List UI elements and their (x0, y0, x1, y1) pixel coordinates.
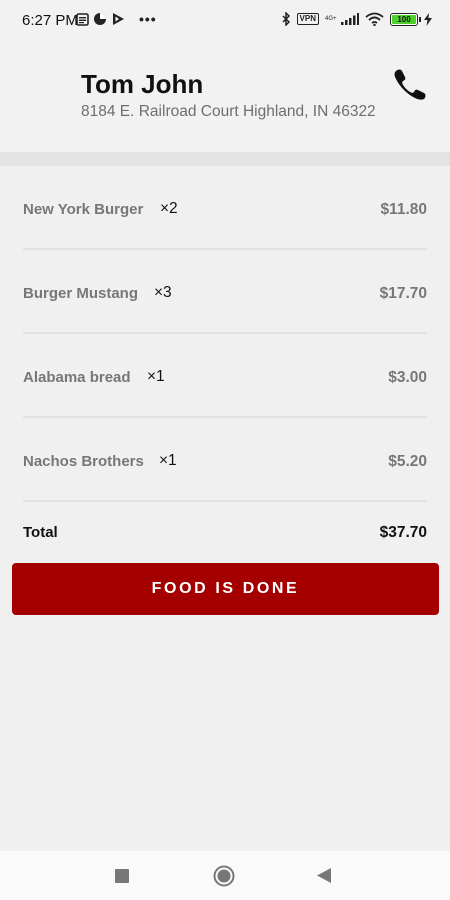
status-bar: 6:27 PM ••• VPN 4G+ 100 (0, 0, 450, 36)
network-type: 4G+ (325, 16, 337, 22)
item-quantity: ×1 (147, 368, 165, 385)
customer-address: 8184 E. Railroad Court Highland, IN 4632… (81, 103, 376, 120)
item-price: $3.00 (388, 369, 427, 386)
order-item: Alabama bread ×1 $3.00 (23, 334, 427, 418)
order-total: Total $37.70 (23, 524, 427, 544)
back-button[interactable] (294, 851, 354, 900)
item-price: $17.70 (379, 285, 427, 302)
order-item: Burger Mustang ×3 $17.70 (23, 250, 427, 334)
triangle-back-icon (317, 868, 331, 883)
data-saver-icon (94, 13, 106, 25)
signal-icon (341, 13, 359, 25)
vpn-badge: VPN (296, 13, 319, 25)
status-right-icons: VPN 4G+ 100 (281, 10, 432, 28)
home-button[interactable] (194, 851, 254, 900)
total-value: $37.70 (379, 524, 427, 541)
item-price: $11.80 (380, 201, 427, 218)
battery-level: 100 (397, 14, 411, 24)
item-price: $5.20 (388, 453, 427, 470)
customer-header: Tom John 8184 E. Railroad Court Highland… (0, 36, 450, 152)
item-name: Burger Mustang (23, 285, 139, 302)
total-label: Total (23, 524, 58, 541)
battery-icon: 100 (390, 12, 421, 26)
order-item: New York Burger ×2 $11.80 (23, 166, 427, 250)
system-nav-bar (0, 851, 450, 900)
item-quantity: ×3 (154, 284, 172, 301)
item-name: Alabama bread (23, 369, 131, 386)
item-name: Nachos Brothers (23, 453, 144, 470)
item-quantity: ×1 (159, 452, 177, 469)
bluetooth-icon (282, 12, 290, 26)
item-quantity: ×2 (160, 200, 178, 217)
news-icon (76, 12, 89, 26)
order-items: New York Burger ×2 $11.80 Burger Mustang… (23, 166, 427, 502)
charging-icon (424, 12, 432, 26)
circle-icon (213, 865, 235, 886)
customer-name: Tom John (81, 69, 204, 99)
item-name: New York Burger (23, 201, 144, 218)
phone-icon (394, 69, 426, 100)
more-notifications-icon: ••• (139, 11, 157, 27)
play-store-icon (113, 13, 124, 25)
status-time: 6:27 PM (22, 12, 78, 29)
call-button[interactable] (392, 68, 428, 100)
section-divider (0, 152, 450, 166)
recents-button[interactable] (92, 851, 152, 900)
order-item: Nachos Brothers ×1 $5.20 (23, 418, 427, 502)
square-icon (115, 868, 129, 883)
wifi-icon (365, 12, 384, 26)
notification-icons: ••• (76, 11, 157, 27)
food-is-done-button[interactable]: FOOD IS DONE (12, 563, 439, 615)
